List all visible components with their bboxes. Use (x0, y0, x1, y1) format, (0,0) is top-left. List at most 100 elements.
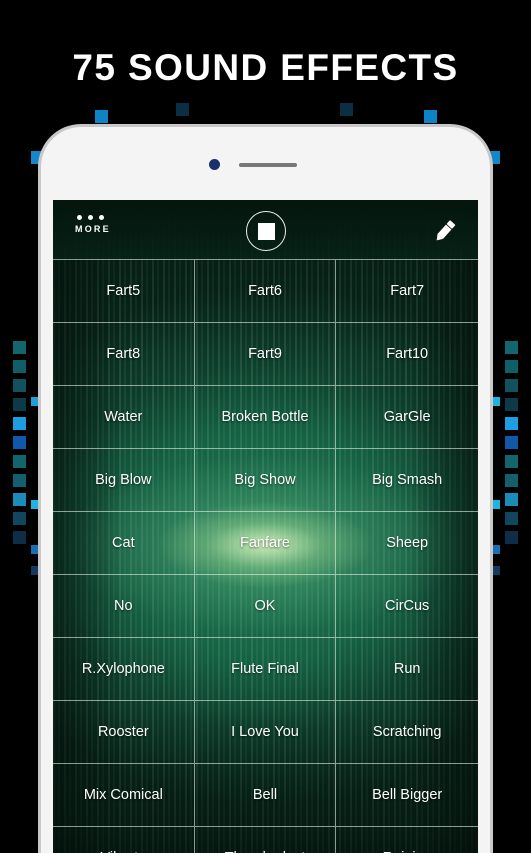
sound-cell-label: Big Blow (95, 472, 152, 488)
decor-square (505, 417, 518, 430)
sound-cell[interactable]: Sheep (336, 512, 478, 575)
sound-cell[interactable]: GarGle (336, 386, 478, 449)
sound-cell[interactable]: Fart5 (53, 260, 195, 323)
sound-cell[interactable]: Fart9 (194, 323, 337, 386)
sound-cell-label: Big Show (234, 472, 296, 488)
app-screen: MORE Fart5 Fart6 Fart7 Fart8 Fart9 Fart1… (53, 200, 478, 853)
sound-cell-label: Scratching (372, 724, 442, 740)
sound-cell[interactable]: Water (53, 386, 195, 449)
decor-square (13, 493, 26, 506)
stop-square-icon (257, 222, 275, 240)
sound-grid: Fart5 Fart6 Fart7 Fart8 Fart9 Fart10 Water Brok… (53, 259, 478, 853)
sound-cell[interactable]: Big Smash (336, 449, 478, 512)
decor-square (491, 397, 500, 406)
decor-square (176, 103, 189, 116)
sound-cell[interactable]: Bell (194, 764, 337, 827)
decor-square (505, 398, 518, 411)
more-button[interactable]: MORE (75, 215, 129, 247)
sound-cell[interactable]: R.Xylophone (53, 638, 195, 701)
sound-cell[interactable]: Mix Comical (53, 764, 195, 827)
decor-square (13, 360, 26, 373)
sound-cell-label: Mix Comical (83, 787, 163, 803)
sound-cell-label: Bell Bigger (372, 787, 443, 803)
sound-cell[interactable]: OK (194, 575, 337, 638)
sound-cell[interactable]: Bell Bigger (336, 764, 478, 827)
three-dots-icon (77, 215, 129, 220)
sound-cell[interactable]: Big Show (194, 449, 337, 512)
sound-cell[interactable]: Raining (336, 827, 478, 853)
sound-cell[interactable]: Fart8 (53, 323, 195, 386)
sound-cell-label: Fart9 (248, 346, 282, 362)
more-button-label: MORE (75, 224, 111, 234)
decor-square (31, 545, 40, 554)
decor-square (505, 360, 518, 373)
decor-square (491, 500, 500, 509)
decor-square (13, 398, 26, 411)
sound-cell[interactable]: Run (336, 638, 478, 701)
sound-cell[interactable]: Broken Bottle (194, 386, 337, 449)
sound-cell[interactable]: No (53, 575, 195, 638)
sound-cell-label: I Love You (231, 724, 299, 740)
sound-cell[interactable]: Flute Final (194, 638, 337, 701)
sound-cell[interactable]: Fart7 (336, 260, 478, 323)
sound-cell-label: Fanfare (240, 535, 290, 551)
decor-square (13, 379, 26, 392)
sound-cell-label: Water (104, 409, 143, 425)
decor-square (13, 531, 26, 544)
decor-square (505, 379, 518, 392)
sound-cell-label: CirCus (385, 598, 430, 614)
decor-square (505, 436, 518, 449)
sound-cell-label: R.Xylophone (81, 661, 165, 677)
stop-button[interactable] (246, 211, 286, 251)
sound-cell-label: Rooster (97, 724, 149, 740)
decor-square (31, 397, 40, 406)
decor-square (505, 341, 518, 354)
decor-square (505, 531, 518, 544)
phone-mockup: MORE Fart5 Fart6 Fart7 Fart8 Fart9 Fart1… (41, 127, 490, 853)
decor-square (95, 110, 108, 123)
sound-cell-label: Flute Final (231, 661, 299, 677)
sound-cell-label: Cat (112, 535, 135, 551)
page-title: 75 SOUND EFFECTS (72, 47, 459, 88)
sound-cell-label: Sheep (386, 535, 429, 551)
decor-square (13, 417, 26, 430)
speaker-grille-icon (239, 163, 297, 167)
sound-cell-label: Run (393, 661, 421, 677)
decor-square (491, 566, 500, 575)
decor-square (505, 455, 518, 468)
decor-square (13, 474, 26, 487)
decor-square (13, 512, 26, 525)
decor-square (340, 103, 353, 116)
sound-cell[interactable]: Cat (53, 512, 195, 575)
decor-square (505, 493, 518, 506)
decor-square (491, 545, 500, 554)
screenshot-root: 75 SOUND EFFECTS MORE Fart5 Fart6 Fart7 … (0, 0, 531, 853)
sound-cell-label: Fart6 (248, 283, 282, 299)
sound-cell-label: Fart5 (106, 283, 141, 299)
app-toolbar: MORE (53, 200, 478, 259)
sound-cell[interactable]: Fart6 (194, 260, 337, 323)
sound-cell[interactable]: Rooster (53, 701, 195, 764)
sound-cell[interactable]: Big Blow (53, 449, 195, 512)
sound-cell-label: Fart10 (386, 346, 429, 362)
sound-cell[interactable]: Scratching (336, 701, 478, 764)
sound-cell[interactable]: Fart10 (336, 323, 478, 386)
decor-square (13, 455, 26, 468)
sound-cell[interactable]: CirCus (336, 575, 478, 638)
sound-cell-label: OK (254, 598, 276, 614)
sound-cell-label: Fart7 (390, 283, 425, 299)
sound-cell-label: Fart8 (106, 346, 141, 362)
decor-square (505, 512, 518, 525)
decor-square (31, 566, 40, 575)
sound-cell[interactable]: Vibrate (53, 827, 195, 853)
sound-cell[interactable]: Thunder last (195, 827, 337, 853)
edit-button[interactable] (428, 214, 462, 248)
pencil-icon (436, 220, 456, 241)
sound-cell[interactable]: Fanfare (194, 512, 337, 575)
decor-square (31, 500, 40, 509)
sound-cell-label: Bell (252, 787, 278, 803)
sound-cell-label: No (114, 598, 133, 614)
decor-square (505, 474, 518, 487)
decor-square (424, 110, 437, 123)
sound-cell[interactable]: I Love You (194, 701, 337, 764)
